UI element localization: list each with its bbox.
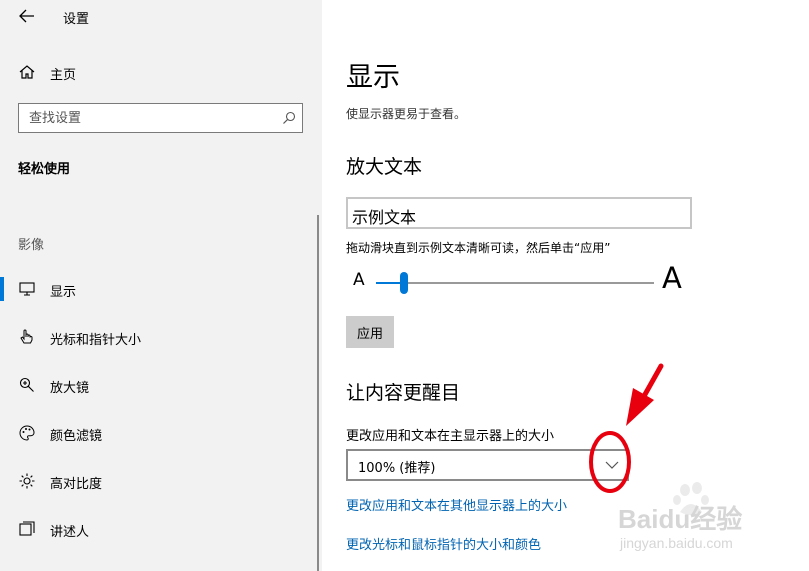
section-title: 轻松使用 — [18, 162, 71, 177]
sample-text: 示例文本 — [352, 208, 417, 227]
sample-text-box: 示例文本 — [346, 197, 692, 229]
slider-hint: 拖动滑块直到示例文本清晰可读，然后单击“应用” — [346, 241, 611, 255]
sidebar-item-label: 讲述人 — [50, 525, 90, 540]
watermark-url: jingyan.baidu.com — [619, 535, 733, 551]
sidebar-item-high-contrast[interactable]: 高对比度 — [0, 461, 300, 501]
sidebar-item-display[interactable]: 显示 — [0, 269, 300, 309]
apply-button[interactable]: 应用 — [346, 316, 394, 348]
home-icon — [19, 65, 35, 79]
group-label-vision: 影像 — [18, 238, 45, 253]
home-label: 主页 — [50, 68, 77, 83]
baidu-watermark: Baidu经验 jingyan.baidu.com — [618, 482, 742, 551]
sidebar: 设置 主页 轻松使用 影像 显示 光标和指针大小 — [0, 0, 322, 571]
page-title: 显示 — [346, 62, 400, 93]
scale-dropdown[interactable]: 100% (推荐) — [346, 449, 629, 481]
sidebar-scrollbar[interactable] — [317, 215, 319, 571]
sidebar-item-label: 高对比度 — [50, 477, 103, 492]
search-input[interactable] — [19, 104, 279, 132]
sidebar-item-label: 显示 — [50, 285, 77, 300]
search-box[interactable] — [18, 103, 303, 133]
narrator-icon — [19, 521, 35, 536]
scale-label: 更改应用和文本在主显示器上的大小 — [346, 429, 555, 444]
selection-indicator — [0, 277, 4, 301]
magnifier-icon — [19, 377, 34, 392]
title-bar: 设置 — [0, 0, 322, 34]
slider-thumb[interactable] — [399, 272, 408, 294]
sidebar-item-label: 颜色滤镜 — [50, 429, 103, 444]
page-description: 使显示器更易于查看。 — [346, 107, 467, 121]
link-cursor-size-color[interactable]: 更改光标和鼠标指针的大小和颜色 — [346, 534, 541, 553]
monitor-icon — [19, 282, 35, 296]
large-a-label: A — [662, 261, 682, 295]
sidebar-item-magnifier[interactable]: 放大镜 — [0, 365, 300, 405]
home-link[interactable]: 主页 — [18, 60, 308, 86]
link-other-displays[interactable]: 更改应用和文本在其他显示器上的大小 — [346, 495, 567, 514]
palette-icon — [19, 425, 35, 441]
sidebar-item-color-filters[interactable]: 颜色滤镜 — [0, 413, 300, 453]
chevron-down-icon[interactable] — [605, 460, 619, 470]
text-size-slider[interactable] — [376, 272, 654, 294]
watermark-brand: Baidu经验 — [618, 504, 742, 534]
sidebar-item-narrator[interactable]: 讲述人 — [0, 509, 300, 549]
sidebar-item-label: 放大镜 — [50, 381, 90, 396]
brightness-icon — [19, 473, 35, 489]
sidebar-item-cursor-pointer[interactable]: 光标和指针大小 — [0, 317, 300, 357]
pointer-hand-icon — [20, 329, 33, 344]
make-stand-out-heading: 让内容更醒目 — [346, 382, 461, 404]
scale-dropdown-value: 100% (推荐) — [358, 461, 436, 476]
app-title: 设置 — [63, 12, 90, 27]
enlarge-text-heading: 放大文本 — [346, 156, 423, 178]
back-arrow-icon[interactable] — [17, 6, 37, 26]
small-a-label: A — [353, 270, 365, 290]
sidebar-item-label: 光标和指针大小 — [50, 333, 142, 348]
search-icon[interactable] — [282, 111, 296, 125]
